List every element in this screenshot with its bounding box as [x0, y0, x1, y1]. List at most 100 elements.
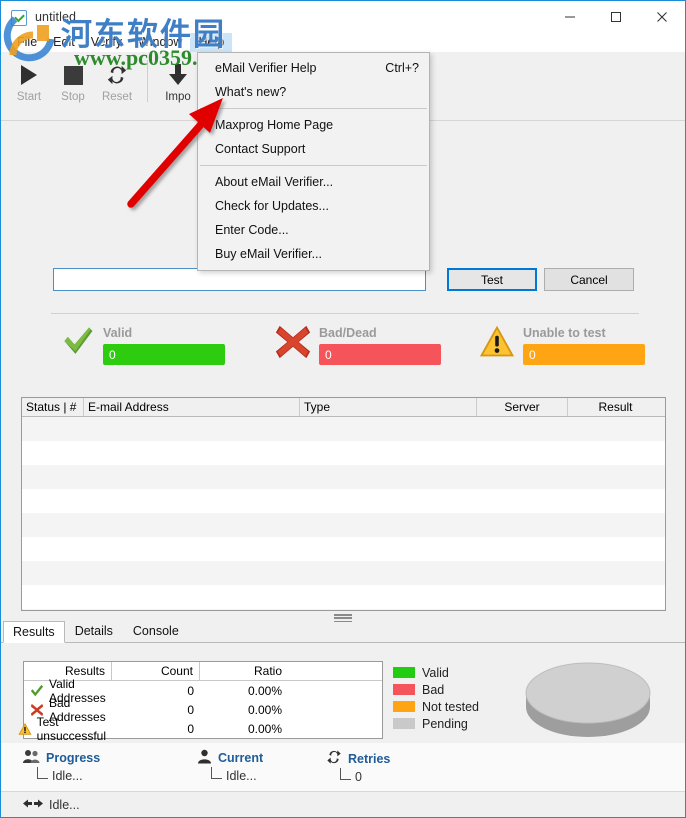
menu-separator	[200, 165, 427, 166]
toolbar-divider	[147, 60, 148, 102]
menu-help[interactable]: Help	[190, 32, 233, 53]
menu-edit[interactable]: Edit	[45, 33, 83, 53]
cancel-button[interactable]: Cancel	[544, 268, 634, 291]
application-window: untitled File Edit Verify Window Help St…	[0, 0, 686, 818]
table-row[interactable]	[22, 513, 665, 537]
results-row-label: Test unsuccessful	[36, 714, 106, 743]
menu-item-buy-email-verifier[interactable]: Buy eMail Verifier...	[198, 242, 429, 266]
window-controls	[547, 1, 685, 33]
status-counters: Valid 0 Bad/Dead 0 Unable to test 0	[1, 321, 685, 381]
column-header-status[interactable]: Status | #	[22, 398, 84, 416]
menu-verify[interactable]: Verify	[83, 33, 130, 53]
test-button[interactable]: Test	[447, 268, 537, 291]
retries-block: Retries 0	[326, 749, 390, 784]
toolbar-stop-label: Stop	[61, 91, 85, 103]
menu-item-whats-new[interactable]: What's new?	[198, 80, 429, 104]
warning-triangle-icon	[473, 321, 519, 365]
menu-item-label: Contact Support	[215, 142, 306, 156]
red-x-icon	[30, 703, 44, 717]
results-row-unsuccessful[interactable]: Test unsuccessful 0 0.00%	[18, 715, 382, 743]
toolbar-import-label: Impo	[165, 91, 191, 103]
minimize-icon[interactable]	[547, 1, 593, 33]
status-bar: Idle...	[1, 791, 685, 817]
results-col-header-ratio: Ratio	[253, 664, 282, 678]
stop-icon	[63, 60, 83, 90]
counter-valid-label: Valid	[103, 326, 133, 340]
counter-bad-value: 0	[319, 344, 441, 365]
email-input[interactable]	[53, 268, 426, 291]
results-panel: Results Count Ratio Valid Addresses 0 0.…	[1, 643, 685, 747]
email-results-table[interactable]: Status | # E-mail Address Type Server Re…	[21, 397, 666, 611]
legend-swatch-bad	[393, 684, 415, 695]
maximize-icon[interactable]	[593, 1, 639, 33]
results-row-ratio: 0.00%	[247, 721, 282, 736]
network-transfer-icon	[23, 798, 43, 812]
legend-item-bad: Bad	[393, 681, 479, 698]
close-icon[interactable]	[639, 1, 685, 33]
legend-label-bad: Bad	[422, 682, 445, 697]
counter-valid: Valid 0	[53, 321, 225, 365]
legend-swatch-pending	[393, 718, 415, 729]
reset-icon	[106, 60, 128, 90]
results-row-count: 0	[187, 721, 194, 736]
user-icon	[197, 749, 212, 767]
menu-item-label: Maxprog Home Page	[215, 118, 334, 132]
counter-unable-label: Unable to test	[523, 326, 606, 340]
tab-console[interactable]: Console	[123, 620, 189, 642]
toolbar-start-label: Start	[16, 91, 42, 103]
legend-swatch-not-tested	[393, 701, 415, 712]
menu-item-label: Buy eMail Verifier...	[215, 247, 322, 261]
column-header-type[interactable]: Type	[300, 398, 477, 416]
current-title: Current	[218, 751, 264, 765]
menu-item-enter-code[interactable]: Enter Code...	[198, 218, 429, 242]
help-dropdown-menu: eMail Verifier Help Ctrl+? What's new? M…	[197, 52, 430, 271]
legend-item-pending: Pending	[393, 715, 479, 732]
menu-item-email-verifier-help[interactable]: eMail Verifier Help Ctrl+?	[198, 56, 429, 80]
menu-item-contact-support[interactable]: Contact Support	[198, 137, 429, 161]
table-row[interactable]	[22, 489, 665, 513]
tree-elbow-icon	[340, 768, 351, 780]
results-row-count: 0	[187, 683, 194, 698]
section-divider	[51, 313, 639, 314]
counter-bad-label: Bad/Dead	[319, 326, 377, 340]
tab-results[interactable]: Results	[3, 621, 65, 643]
menu-item-maxprog-home-page[interactable]: Maxprog Home Page	[198, 113, 429, 137]
retry-icon	[326, 749, 342, 768]
menu-window[interactable]: Window	[130, 33, 190, 53]
column-header-server[interactable]: Server	[477, 398, 568, 416]
progress-block: Progress Idle...	[23, 749, 100, 783]
counter-unable-to-test: Unable to test 0	[473, 321, 645, 365]
table-row[interactable]	[22, 537, 665, 561]
table-row[interactable]	[22, 417, 665, 441]
table-row[interactable]	[22, 441, 665, 465]
table-row[interactable]	[22, 561, 665, 585]
legend-swatch-valid	[393, 667, 415, 678]
menu-item-label: Enter Code...	[215, 223, 289, 237]
counter-bad-dead: Bad/Dead 0	[269, 321, 441, 365]
toolbar-import-button[interactable]: Impo	[156, 58, 200, 103]
table-row[interactable]	[22, 609, 665, 610]
column-header-email-address[interactable]: E-mail Address	[84, 398, 300, 416]
chart-legend: Valid Bad Not tested Pending	[393, 664, 479, 732]
legend-item-valid: Valid	[393, 664, 479, 681]
app-check-icon	[11, 10, 27, 26]
results-row-count: 0	[187, 702, 194, 717]
column-header-result[interactable]: Result	[568, 398, 663, 416]
results-summary-table: Results Count Ratio Valid Addresses 0 0.…	[18, 661, 383, 743]
toolbar-stop-button[interactable]: Stop	[51, 58, 95, 103]
menu-item-check-for-updates[interactable]: Check for Updates...	[198, 194, 429, 218]
menu-bar: File Edit Verify Window Help	[1, 32, 685, 53]
tab-details[interactable]: Details	[65, 620, 123, 642]
table-row[interactable]	[22, 585, 665, 609]
menu-item-accelerator: Ctrl+?	[385, 61, 419, 75]
legend-label-not-tested: Not tested	[422, 699, 479, 714]
menu-item-label: What's new?	[215, 85, 287, 99]
menu-file[interactable]: File	[9, 33, 45, 53]
toolbar-reset-button[interactable]: Reset	[95, 58, 139, 103]
menu-item-about[interactable]: About eMail Verifier...	[198, 170, 429, 194]
results-col-header-count: Count	[112, 662, 200, 680]
red-x-icon	[269, 321, 315, 365]
users-icon	[23, 749, 40, 767]
toolbar-start-button[interactable]: Start	[7, 58, 51, 103]
table-row[interactable]	[22, 465, 665, 489]
